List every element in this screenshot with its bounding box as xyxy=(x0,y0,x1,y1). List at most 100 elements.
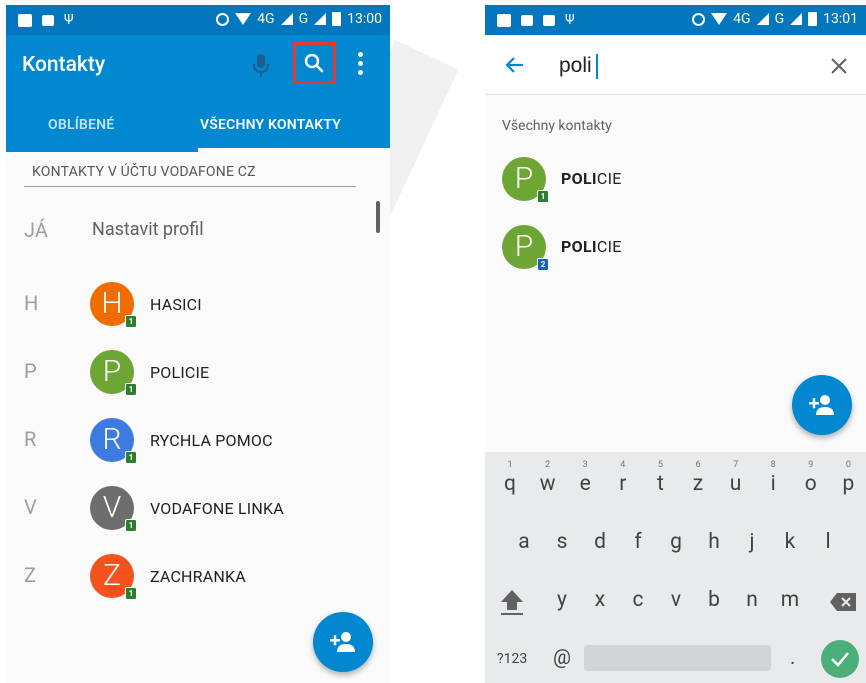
tab-all-contacts[interactable]: VŠECHNY KONTAKTY xyxy=(200,117,341,133)
check-icon xyxy=(831,652,849,667)
usb-icon: Ψ xyxy=(565,12,575,28)
period-key[interactable]: . xyxy=(790,645,795,669)
key-q[interactable]: 1q xyxy=(493,460,527,506)
sd-card-icon xyxy=(497,13,511,27)
at-key[interactable]: @ xyxy=(553,645,571,669)
key-e[interactable]: 3e xyxy=(568,460,602,506)
set-profile-item[interactable]: Nastavit profil xyxy=(92,219,204,240)
key-g[interactable]: g xyxy=(659,520,693,564)
status-bar: Ψ 4G G 13:00 xyxy=(6,5,390,35)
contact-name: ZACHRANKA xyxy=(150,567,246,586)
key-j[interactable]: j xyxy=(735,520,769,564)
contact-row[interactable]: R R 1 RYCHLA POMOC xyxy=(6,410,390,470)
sim-badge: 1 xyxy=(125,315,137,328)
contact-row[interactable]: Z Z 1 ZACHRANKA xyxy=(6,546,390,606)
avatar: P 1 xyxy=(502,157,549,203)
key-r[interactable]: 4r xyxy=(606,460,640,506)
screenshot-icon xyxy=(42,14,54,26)
shift-key[interactable] xyxy=(499,588,525,616)
avatar: R 1 xyxy=(90,418,137,464)
key-b[interactable]: b xyxy=(697,578,731,622)
backspace-key[interactable] xyxy=(829,592,857,612)
clock: 13:00 xyxy=(347,11,382,27)
space-key[interactable] xyxy=(584,645,771,671)
results-header: Všechny kontakty xyxy=(502,118,612,134)
search-result[interactable]: P 2 POLICIE xyxy=(485,219,866,275)
index-letter: Z xyxy=(24,563,36,587)
usb-icon: Ψ xyxy=(64,12,74,28)
message-icon xyxy=(521,14,533,26)
key-t[interactable]: 5t xyxy=(643,460,677,506)
key-n[interactable]: n xyxy=(735,578,769,622)
key-p[interactable]: 0p xyxy=(831,460,865,506)
app-title: Kontakty xyxy=(22,53,106,77)
key-k[interactable]: k xyxy=(773,520,807,564)
sd-card-icon xyxy=(18,13,32,27)
signal-icon xyxy=(756,13,769,25)
contact-row[interactable]: P P 1 POLICIE xyxy=(6,342,390,402)
tab-favorites[interactable]: OBLÍBENÉ xyxy=(48,117,114,133)
active-tab-indicator xyxy=(198,148,390,152)
key-f[interactable]: f xyxy=(621,520,655,564)
add-contact-button[interactable] xyxy=(792,375,852,435)
alarm-icon xyxy=(692,12,706,26)
key-d[interactable]: d xyxy=(583,520,617,564)
app-bar: Kontakty OBLÍBENÉ VŠECHNY KONTAKTY xyxy=(6,35,390,152)
wifi-icon xyxy=(235,13,252,25)
contact-row[interactable]: V V 1 VODAFONE LINKA xyxy=(6,478,390,538)
index-letter: R xyxy=(24,427,37,451)
sim-badge: 1 xyxy=(125,383,137,396)
sim-badge: 2 xyxy=(537,258,549,271)
key-l[interactable]: l xyxy=(811,520,845,564)
result-name: POLICIE xyxy=(561,169,622,188)
signal-icon-2 xyxy=(790,13,803,25)
key-v[interactable]: v xyxy=(659,578,693,622)
sim-badge: 1 xyxy=(125,587,137,600)
scrollbar-thumb[interactable] xyxy=(376,201,380,233)
key-a[interactable]: a xyxy=(507,520,541,564)
key-w[interactable]: 2w xyxy=(531,460,565,506)
clock: 13:01 xyxy=(823,11,858,27)
signal-icon-2 xyxy=(314,13,327,25)
more-options-icon[interactable] xyxy=(354,52,366,80)
key-c[interactable]: c xyxy=(621,578,655,622)
key-y[interactable]: y xyxy=(545,578,579,622)
avatar: P 1 xyxy=(90,350,137,396)
index-letter: P xyxy=(24,359,37,383)
sim-badge: 1 xyxy=(537,190,549,203)
search-result[interactable]: P 1 POLICIE xyxy=(485,151,866,207)
avatar: Z 1 xyxy=(90,554,137,600)
key-h[interactable]: h xyxy=(697,520,731,564)
search-input[interactable] xyxy=(559,51,799,81)
key-x[interactable]: x xyxy=(583,578,617,622)
screenshot-canvas: Ψ 4G G 13:00 Kontakty OBLÍBENÉ VŠECHNY K… xyxy=(0,0,866,683)
battery-icon xyxy=(332,12,342,26)
key-m[interactable]: m xyxy=(773,578,807,622)
symbols-key[interactable]: ?123 xyxy=(497,651,527,667)
contact-name: HASICI xyxy=(150,295,202,314)
enter-key[interactable] xyxy=(821,640,859,678)
key-i[interactable]: 8i xyxy=(756,460,790,506)
contact-row[interactable]: H H 1 HASICI xyxy=(6,274,390,334)
key-o[interactable]: 9o xyxy=(794,460,828,506)
key-s[interactable]: s xyxy=(545,520,579,564)
mic-icon[interactable] xyxy=(249,52,273,80)
alarm-icon xyxy=(216,12,230,26)
back-arrow-icon[interactable] xyxy=(503,53,527,77)
battery-icon xyxy=(808,12,818,26)
contact-name: VODAFONE LINKA xyxy=(150,499,284,518)
phone-contacts-list: Ψ 4G G 13:00 Kontakty OBLÍBENÉ VŠECHNY K… xyxy=(6,0,390,683)
key-u[interactable]: 7u xyxy=(719,460,753,506)
key-z[interactable]: 6z xyxy=(681,460,715,506)
screenshot-icon xyxy=(543,14,555,26)
search-icon[interactable] xyxy=(302,51,326,75)
wifi-icon xyxy=(711,13,728,25)
keyboard-row-2: asdfghjkl xyxy=(485,520,866,568)
section-header: KONTAKTY V ÚČTU VODAFONE CZ xyxy=(32,164,256,180)
signal-icon xyxy=(280,13,293,25)
clear-icon[interactable] xyxy=(829,56,849,76)
add-contact-button[interactable] xyxy=(313,612,373,672)
add-person-icon xyxy=(809,395,834,415)
status-bar: Ψ 4G G 13:01 xyxy=(485,5,866,35)
section-divider xyxy=(24,186,356,187)
